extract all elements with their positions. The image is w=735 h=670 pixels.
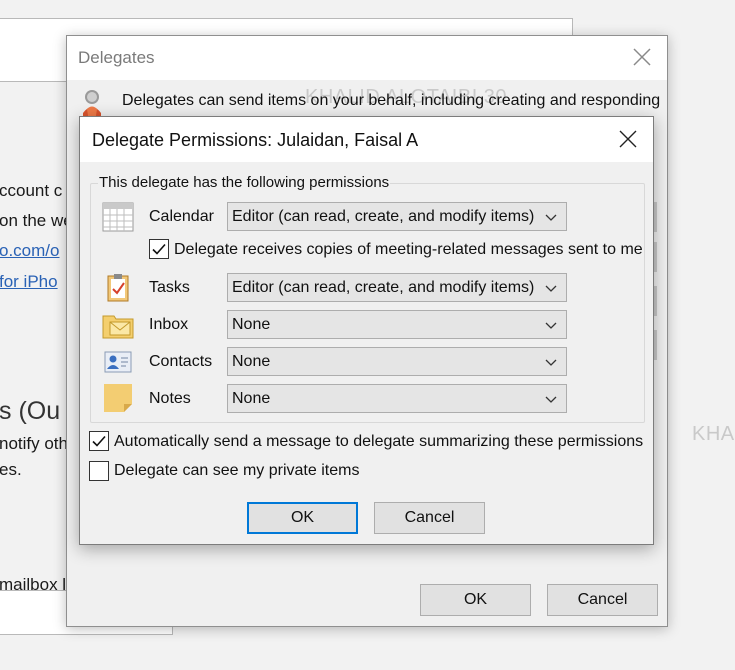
- tasks-permission-value: Editor (can read, create, and modify ite…: [232, 279, 535, 296]
- notes-icon: [102, 383, 134, 415]
- inbox-permission-value: None: [232, 316, 271, 333]
- list-edge: [654, 242, 657, 272]
- watermark-text: KHA: [692, 423, 735, 445]
- calendar-permission-select[interactable]: Editor (can read, create, and modify ite…: [227, 202, 567, 231]
- private-items-label: Delegate can see my private items: [114, 462, 360, 479]
- delegates-cancel-button[interactable]: Cancel: [547, 584, 658, 616]
- inbox-permission-select[interactable]: None: [227, 310, 567, 339]
- contacts-permission-value: None: [232, 353, 271, 370]
- notes-permission-select[interactable]: None: [227, 384, 567, 413]
- delegates-ok-button[interactable]: OK: [420, 584, 531, 616]
- list-edge: [654, 330, 657, 360]
- delegates-dialog-title: Delegates: [78, 48, 155, 67]
- calendar-permission-value: Editor (can read, create, and modify ite…: [232, 208, 535, 225]
- chevron-down-icon: [545, 322, 557, 329]
- contacts-label: Contacts: [149, 353, 213, 370]
- background-link[interactable]: o.com/o: [0, 241, 59, 261]
- calendar-label: Calendar: [149, 208, 214, 225]
- checkmark-icon: [152, 243, 166, 255]
- notes-permission-value: None: [232, 390, 271, 407]
- close-icon[interactable]: [631, 46, 653, 68]
- permissions-group-caption: This delegate has the following permissi…: [98, 174, 391, 191]
- permissions-ok-button[interactable]: OK: [247, 502, 358, 534]
- background-heading: s (Ou: [0, 397, 61, 425]
- inbox-icon: [102, 310, 134, 342]
- auto-send-summary-checkbox[interactable]: [89, 431, 109, 451]
- list-edge: [654, 286, 657, 316]
- inbox-label: Inbox: [149, 316, 189, 333]
- background-link[interactable]: for iPho: [0, 272, 58, 292]
- tasks-permission-select[interactable]: Editor (can read, create, and modify ite…: [227, 273, 567, 302]
- calendar-icon: [102, 202, 134, 234]
- private-items-checkbox[interactable]: [89, 461, 109, 481]
- permissions-titlebar: Delegate Permissions: Julaidan, Faisal A: [80, 117, 653, 162]
- background-text: on the we: [0, 211, 73, 230]
- close-icon[interactable]: [618, 129, 638, 149]
- auto-send-summary-label: Automatically send a message to delegate…: [114, 433, 644, 450]
- chevron-down-icon: [545, 359, 557, 366]
- tasks-icon: [102, 273, 134, 305]
- delegates-titlebar: Delegates: [67, 36, 667, 80]
- checkmark-icon: [92, 435, 106, 447]
- background-text: ccount c: [0, 181, 63, 200]
- meeting-copies-checkbox[interactable]: [149, 239, 169, 259]
- notes-label: Notes: [149, 390, 191, 407]
- background-text: notify oth: [0, 434, 68, 453]
- tasks-label: Tasks: [149, 279, 190, 296]
- permissions-cancel-button[interactable]: Cancel: [374, 502, 485, 534]
- chevron-down-icon: [545, 285, 557, 292]
- list-edge: [654, 202, 657, 232]
- contacts-icon: [102, 347, 134, 379]
- permissions-dialog-title: Delegate Permissions: Julaidan, Faisal A: [92, 130, 419, 150]
- meeting-copies-label: Delegate receives copies of meeting-rela…: [174, 241, 643, 258]
- contacts-permission-select[interactable]: None: [227, 347, 567, 376]
- background-text: es.: [0, 460, 22, 479]
- chevron-down-icon: [545, 396, 557, 403]
- delegates-description: Delegates can send items on your behalf,…: [122, 92, 661, 109]
- delegate-permissions-dialog: Delegate Permissions: Julaidan, Faisal A…: [79, 116, 654, 545]
- chevron-down-icon: [545, 214, 557, 221]
